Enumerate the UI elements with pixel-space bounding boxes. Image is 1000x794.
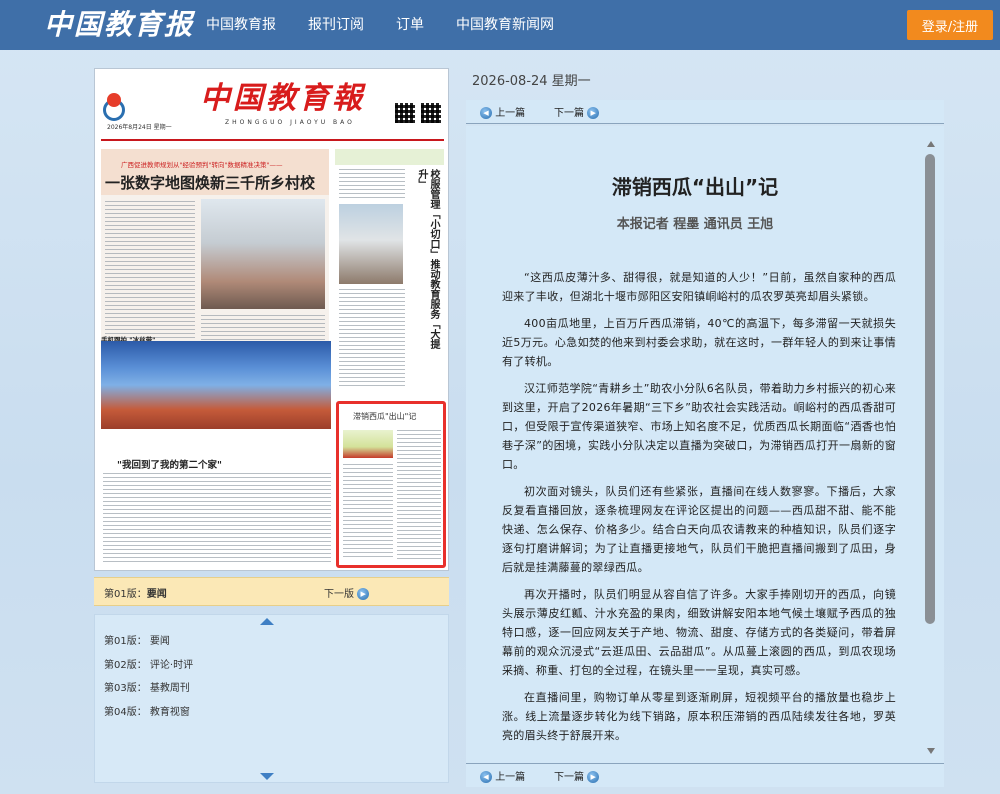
paper-red-rule <box>101 139 444 141</box>
issue-date: 2026-08-24 星期一 <box>472 74 591 89</box>
arrow-right-icon: ▶ <box>357 588 370 600</box>
page-list-item[interactable]: 第01版： 要闻 <box>104 632 170 647</box>
article-paragraph: “这西瓜皮薄汁多、甜得很，就是知道的人少！”日前，虽然自家种的西瓜迎来了丰收，但… <box>502 271 896 303</box>
scrollbar-down-arrow-icon[interactable] <box>927 748 935 754</box>
page-list-item[interactable]: 第03版： 基教周刊 <box>104 679 190 694</box>
current-page-name: 要闻 <box>146 589 167 600</box>
selected-article-hotspot[interactable]: 滞销西瓜"出山"记 <box>336 401 446 568</box>
next-page-label: 下一版 <box>324 589 354 600</box>
prev-article-button[interactable]: ◀ 上一篇 <box>480 104 525 119</box>
article-body: “这西瓜皮薄汁多、甜得很，就是知道的人少！”日前，虽然自家种的西瓜迎来了丰收，但… <box>502 268 896 753</box>
scroll-down-arrow-icon[interactable] <box>260 773 274 780</box>
page-list-num: 第04版： <box>104 707 147 718</box>
top-navbar: 中国教育报 中国教育报 报刊订阅 订单 中国教育新闻网 登录/注册 <box>0 0 1000 50</box>
login-register-button[interactable]: 登录/注册 <box>907 10 993 40</box>
bottom-story-title[interactable]: "我回到了我的第二个家" <box>117 457 222 471</box>
paper-masthead-area: 2026年8月24日 星期一 中国教育報 ZHONGGUO JIAOYU BAO <box>95 69 448 139</box>
arrow-left-icon: ◀ <box>480 771 492 783</box>
page-list-name: 教育视窗 <box>149 707 190 718</box>
side-story-photo <box>339 204 403 284</box>
paper-side-story[interactable]: 校服管理「小切口」推动教育服务「大提升」 <box>335 149 444 399</box>
article-paragraph: 初次面对镜头，队员们还有些紧张，直播间在线人数寥寥。下播后，大家反复看直播回放，… <box>502 485 896 574</box>
current-page-bar: 第01版：要闻 下一版 ▶ <box>94 577 449 606</box>
article-title: 滞销西瓜“出山”记 <box>611 175 779 199</box>
selected-article-hotspot-title: 滞销西瓜"出山"记 <box>353 412 417 421</box>
article-paragraph: 400亩瓜地里，上百万斤西瓜滞销，40℃的高温下，每多滞留一天就损失近5万元。心… <box>502 317 896 368</box>
article-nav-bottom: ◀ 上一篇 下一篇 ▶ <box>466 763 944 787</box>
page-list-name: 基教周刊 <box>149 683 190 694</box>
paper-date-line: 2026年8月24日 星期一 <box>107 124 172 131</box>
article-paragraph: 在直播间里，购物订单从零星到逐渐刷屏，短视频平台的播放量也稳步上涨。线上流量逐步… <box>502 691 896 742</box>
nav-link-orders[interactable]: 订单 <box>380 0 440 50</box>
side-story-banner <box>335 149 444 165</box>
arrow-left-icon: ◀ <box>480 107 492 119</box>
next-page-button[interactable]: 下一版 ▶ <box>324 585 370 600</box>
lead-story-photo <box>201 199 325 309</box>
paper-masthead: 中国教育報 <box>200 81 365 116</box>
article-paragraph: 再次开播时，队员们明显从容自信了许多。大家手捧刚切开的西瓜，向镜头展示薄皮红瓤、… <box>502 588 896 677</box>
current-page-number: 第01版： <box>104 589 147 600</box>
page-list-name: 要闻 <box>149 636 170 647</box>
nav-link-zgjyb[interactable]: 中国教育报 <box>190 0 292 50</box>
article-byline: 本报记者 程墨 通讯员 王旭 <box>616 217 774 232</box>
side-story-text-lines <box>339 169 405 199</box>
scroll-up-arrow-icon[interactable] <box>260 618 274 625</box>
paper-emblem-dot-icon <box>107 93 121 107</box>
article-paragraph: 汉江师范学院“青耕乡土”助农小分队6名队员，带着助力乡村振兴的初心来到这里，开启… <box>502 382 896 471</box>
main-nav: 中国教育报 报刊订阅 订单 中国教育新闻网 <box>190 0 570 50</box>
next-article-button[interactable]: 下一篇 ▶ <box>554 768 600 783</box>
scrollbar-thumb[interactable] <box>925 154 935 624</box>
newspaper-page-image[interactable]: 2026年8月24日 星期一 中国教育報 ZHONGGUO JIAOYU BAO… <box>94 68 449 571</box>
next-article-button[interactable]: 下一篇 ▶ <box>554 104 600 119</box>
article-panel: 滞销西瓜“出山”记 本报记者 程墨 通讯员 王旭 “这西瓜皮薄汁多、甜得很，就是… <box>466 126 944 763</box>
side-story-text-lines <box>339 289 405 389</box>
lead-story-kicker: 广西促进教师规划从"经验预判"转向"数据精准决策"—— <box>121 161 283 169</box>
next-article-label: 下一篇 <box>554 108 584 119</box>
page-list-item[interactable]: 第04版： 教育视窗 <box>104 703 190 718</box>
prev-article-button[interactable]: ◀ 上一篇 <box>480 768 525 783</box>
qr-code-icon <box>421 103 441 123</box>
paper-masthead-pinyin: ZHONGGUO JIAOYU BAO <box>225 119 355 126</box>
selected-article-thumbnail <box>343 430 393 458</box>
arrow-right-icon: ▶ <box>587 107 600 119</box>
page-list-name: 评论·时评 <box>149 660 194 671</box>
article-nav-top: ◀ 上一篇 下一篇 ▶ <box>466 100 944 124</box>
article-scrollbar[interactable] <box>924 136 938 760</box>
current-page-label: 第01版：要闻 <box>104 585 167 600</box>
prev-article-label: 上一篇 <box>495 772 526 783</box>
bottom-story-text-lines <box>103 473 331 565</box>
page-list-num: 第01版： <box>104 636 147 647</box>
page-list-item[interactable]: 第02版： 评论·时评 <box>104 656 193 671</box>
qr-code-icon <box>395 103 415 123</box>
site-logo[interactable]: 中国教育报 <box>44 6 194 44</box>
selected-article-text-lines <box>397 430 441 560</box>
lead-story-title: 一张数字地图焕新三千所乡村校 <box>105 174 316 192</box>
prev-article-label: 上一篇 <box>495 108 526 119</box>
arrow-right-icon: ▶ <box>587 771 600 783</box>
sport-photo[interactable] <box>101 341 331 429</box>
nav-link-news-site[interactable]: 中国教育新闻网 <box>440 0 570 50</box>
side-story-title: 校服管理「小切口」推动教育服务「大提升」 <box>416 169 439 349</box>
page-list-panel: 第01版： 要闻 第02版： 评论·时评 第03版： 基教周刊 第04版： 教育… <box>94 614 449 783</box>
scrollbar-up-arrow-icon[interactable] <box>927 141 935 147</box>
selected-article-text-lines <box>343 464 393 560</box>
next-article-label: 下一篇 <box>554 772 584 783</box>
page-list-num: 第02版： <box>104 660 147 671</box>
page-list-num: 第03版： <box>104 683 147 694</box>
nav-link-subscribe[interactable]: 报刊订阅 <box>292 0 380 50</box>
